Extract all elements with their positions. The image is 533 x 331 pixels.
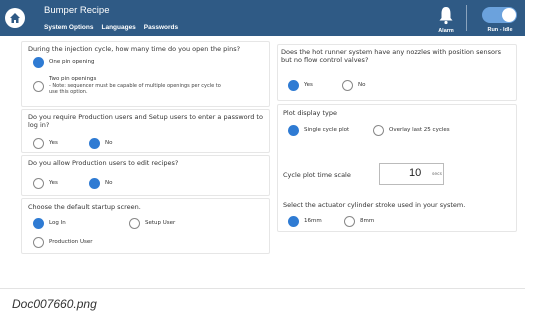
radio-button[interactable] bbox=[344, 216, 355, 227]
option-label: One pin opening bbox=[49, 59, 95, 66]
option-overlay-25[interactable]: Overlay last 25 cycles bbox=[373, 125, 450, 136]
option-note: - Note: sequencer must be capable of mul… bbox=[49, 82, 221, 95]
menu-system-options[interactable]: System Options bbox=[44, 24, 93, 31]
edit-recipes-panel: Do you allow Production users to edit re… bbox=[21, 155, 270, 196]
option-label: Setup User bbox=[145, 220, 176, 227]
option-label: Single cycle plot bbox=[304, 127, 350, 134]
radio-button[interactable] bbox=[342, 80, 353, 91]
page-title: Bumper Recipe bbox=[44, 5, 110, 16]
bottom-divider bbox=[0, 288, 525, 289]
time-scale-label: Cycle plot time scale bbox=[283, 171, 351, 179]
radio-button[interactable] bbox=[33, 237, 44, 248]
option-label: Log In bbox=[49, 220, 66, 227]
app-header: Bumper Recipe System Options Languages P… bbox=[0, 0, 525, 36]
radio-button[interactable] bbox=[288, 80, 299, 91]
option-nozzle-no[interactable]: No bbox=[342, 80, 365, 91]
option-label: No bbox=[105, 140, 113, 147]
password-panel: Do you require Production users and Setu… bbox=[21, 109, 270, 153]
option-production-user[interactable]: Production User bbox=[33, 237, 93, 248]
bell-icon bbox=[439, 7, 453, 25]
radio-button[interactable] bbox=[89, 178, 100, 189]
option-one-pin[interactable]: One pin opening bbox=[33, 57, 94, 68]
option-password-yes[interactable]: Yes bbox=[33, 138, 58, 149]
radio-button[interactable] bbox=[288, 216, 299, 227]
option-label: 8mm bbox=[360, 218, 375, 225]
password-question: Do you require Production users and Setu… bbox=[28, 113, 263, 129]
option-label: No bbox=[105, 180, 113, 187]
run-status-label: Run - Idle bbox=[487, 27, 513, 33]
run-toggle[interactable] bbox=[482, 7, 517, 23]
option-label: 16mm bbox=[304, 218, 322, 225]
option-label: Overlay last 25 cycles bbox=[389, 127, 450, 134]
edit-recipes-question: Do you allow Production users to edit re… bbox=[28, 159, 179, 167]
top-menu: System Options Languages Passwords bbox=[44, 24, 178, 31]
nozzle-sensors-panel: Does the hot runner system have any nozz… bbox=[277, 44, 517, 101]
radio-button[interactable] bbox=[89, 138, 100, 149]
option-two-pins[interactable]: Two pin openings - Note: sequencer must … bbox=[33, 76, 229, 95]
option-label: Production User bbox=[49, 239, 93, 246]
option-nozzle-yes[interactable]: Yes bbox=[288, 80, 313, 91]
radio-button[interactable] bbox=[33, 218, 44, 229]
plot-type-title: Plot display type bbox=[283, 109, 337, 117]
radio-button[interactable] bbox=[288, 125, 299, 136]
radio-button[interactable] bbox=[33, 138, 44, 149]
startup-screen-panel: Choose the default startup screen. Log I… bbox=[21, 198, 270, 254]
option-setup-user[interactable]: Setup User bbox=[129, 218, 175, 229]
home-button[interactable] bbox=[5, 8, 25, 28]
pin-openings-panel: During the injection cycle, how many tim… bbox=[21, 41, 270, 107]
menu-passwords[interactable]: Passwords bbox=[144, 24, 178, 31]
option-password-no[interactable]: No bbox=[89, 138, 112, 149]
time-scale-input[interactable]: 10 secs bbox=[379, 163, 444, 185]
option-login[interactable]: Log In bbox=[33, 218, 66, 229]
home-icon bbox=[10, 13, 20, 23]
stroke-question: Select the actuator cylinder stroke used… bbox=[283, 201, 466, 209]
radio-button[interactable] bbox=[33, 178, 44, 189]
pin-openings-question: During the injection cycle, how many tim… bbox=[28, 45, 241, 53]
alarm-label: Alarm bbox=[438, 28, 454, 34]
radio-button[interactable] bbox=[373, 125, 384, 136]
radio-button[interactable] bbox=[33, 81, 44, 92]
time-scale-unit: secs bbox=[432, 172, 442, 177]
option-edit-no[interactable]: No bbox=[89, 178, 112, 189]
header-divider bbox=[466, 5, 467, 31]
menu-languages[interactable]: Languages bbox=[101, 24, 135, 31]
option-single-cycle[interactable]: Single cycle plot bbox=[288, 125, 349, 136]
option-label: Yes bbox=[49, 140, 58, 147]
option-label: Yes bbox=[304, 82, 313, 89]
option-stroke-8mm[interactable]: 8mm bbox=[344, 216, 374, 227]
option-label: No bbox=[358, 82, 366, 89]
nozzle-sensors-question: Does the hot runner system have any nozz… bbox=[281, 48, 502, 64]
option-stroke-16mm[interactable]: 16mm bbox=[288, 216, 322, 227]
radio-button[interactable] bbox=[129, 218, 140, 229]
startup-screen-question: Choose the default startup screen. bbox=[28, 203, 141, 211]
figure-caption: Doc007660.png bbox=[12, 297, 97, 311]
toggle-knob bbox=[502, 8, 516, 22]
alarm-button[interactable]: Alarm bbox=[434, 4, 458, 34]
time-scale-value: 10 bbox=[409, 167, 422, 179]
radio-button[interactable] bbox=[33, 57, 44, 68]
option-label: Yes bbox=[49, 180, 58, 187]
option-edit-yes[interactable]: Yes bbox=[33, 178, 58, 189]
